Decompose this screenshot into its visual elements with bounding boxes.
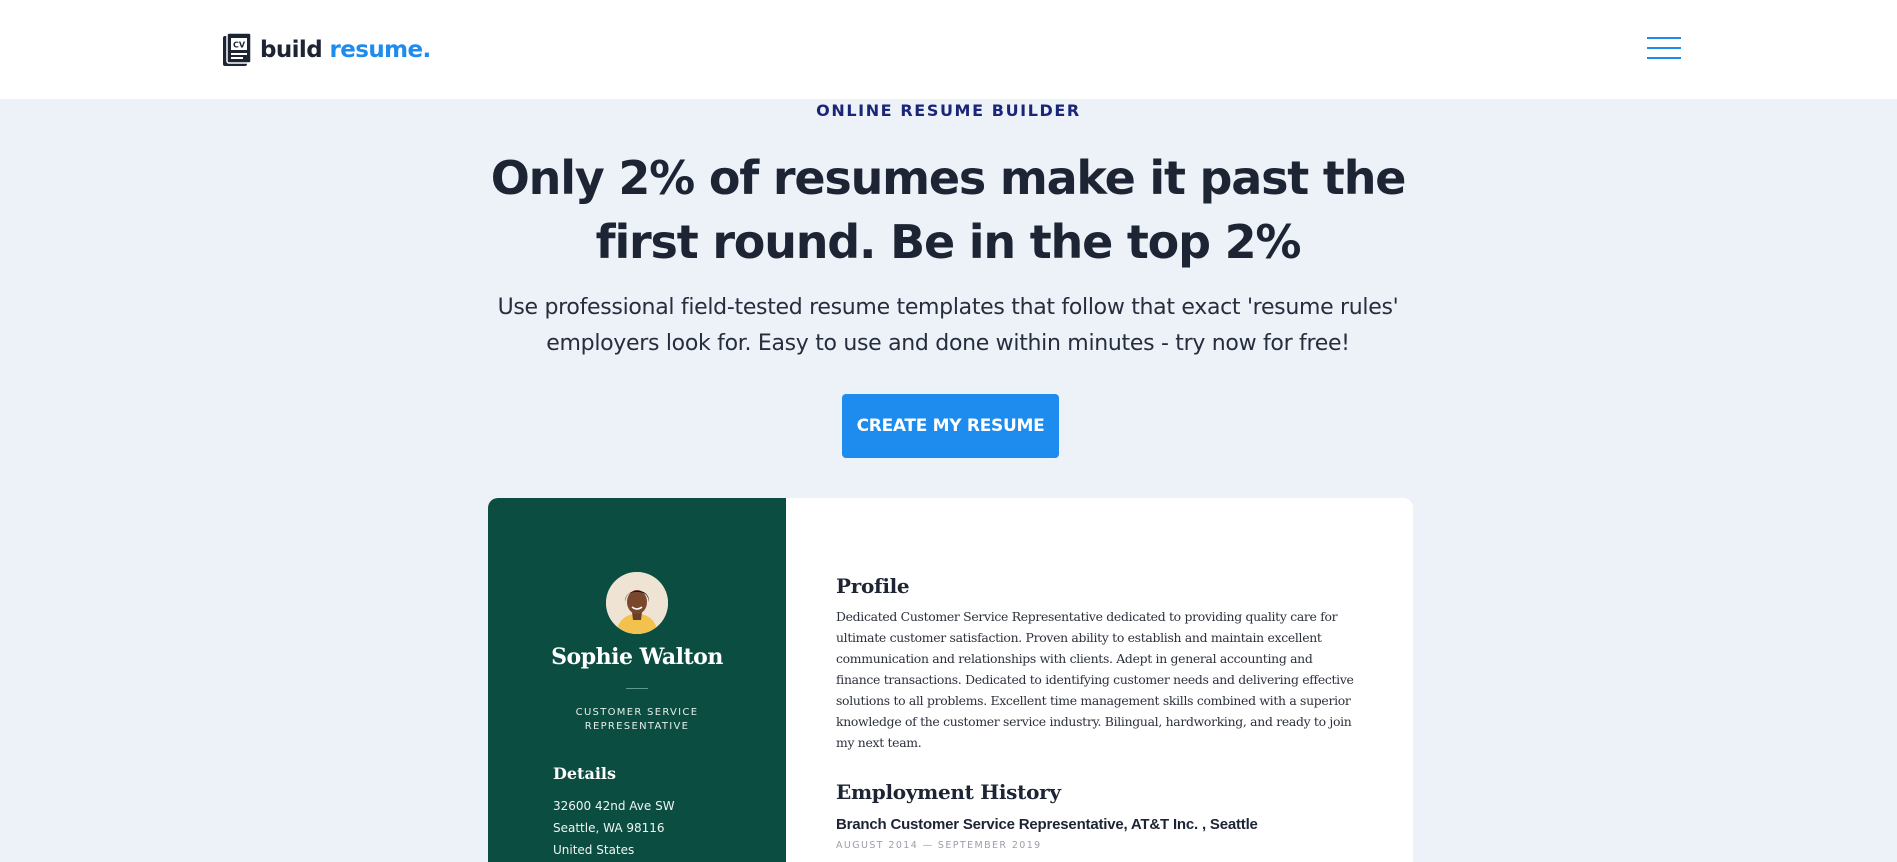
job-title: Branch Customer Service Representative, … <box>836 816 1258 833</box>
brand-name-part2: resume. <box>329 37 432 63</box>
profile-text: Dedicated Customer Service Representativ… <box>836 609 1354 750</box>
job-dates: AUGUST 2014 — SEPTEMBER 2019 <box>836 840 1042 851</box>
hero-headline: Only 2% of resumes make it past the firs… <box>490 151 1407 269</box>
resume-person-name: Sophie Walton <box>551 644 723 670</box>
brand-name: build resume. <box>260 37 431 63</box>
resume-main-content: Profile Dedicated Customer Service Repre… <box>786 498 1413 862</box>
employment-history-heading: Employment History <box>836 780 1061 804</box>
cv-document-icon: CV <box>223 33 252 66</box>
hero-subheadline: Use professional field-tested resume tem… <box>497 295 1399 356</box>
details-city-line: Seattle, WA 98116 <box>553 821 665 835</box>
resume-preview: Sophie Walton CUSTOMER SERVICE REPRESENT… <box>488 498 1413 862</box>
brand-name-part1: build <box>260 37 323 63</box>
hero-eyebrow: ONLINE RESUME BUILDER <box>816 101 1081 120</box>
resume-person-title: CUSTOMER SERVICE REPRESENTATIVE <box>575 707 699 732</box>
details-address-line: 32600 42nd Ave SW <box>553 799 675 813</box>
name-divider <box>626 688 648 689</box>
details-heading: Details <box>553 764 616 783</box>
details-list: 32600 42nd Ave SW Seattle, WA 98116 Unit… <box>553 795 675 861</box>
profile-photo-avatar <box>606 572 668 634</box>
brand-logo[interactable]: CV build resume. <box>222 32 431 68</box>
top-navbar: CV build resume. <box>0 0 1897 99</box>
profile-heading: Profile <box>836 574 910 598</box>
logo-mark-text: CV <box>233 41 246 50</box>
details-country-line: United States <box>553 843 635 857</box>
create-resume-button[interactable]: CREATE MY RESUME <box>842 394 1059 458</box>
hamburger-menu-icon[interactable] <box>1647 36 1681 60</box>
resume-sidebar: Sophie Walton CUSTOMER SERVICE REPRESENT… <box>488 498 786 862</box>
